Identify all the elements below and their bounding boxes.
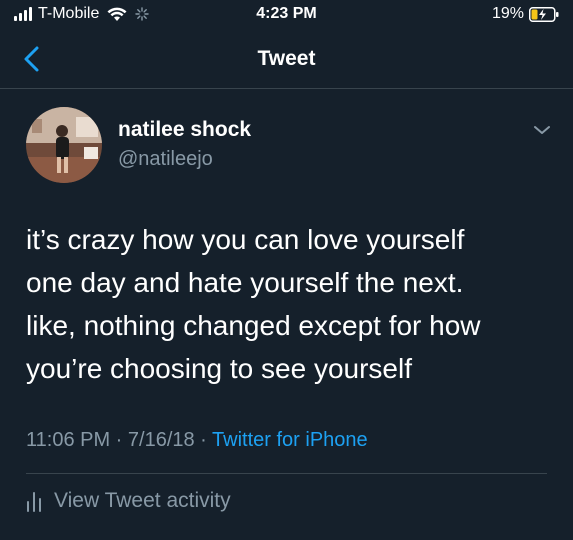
- author-display-name[interactable]: natilee shock: [118, 118, 251, 142]
- status-bar-right: 19%: [492, 5, 559, 23]
- view-tweet-activity-button[interactable]: View Tweet activity: [26, 489, 231, 513]
- tweet-timestamp: 11:06 PM · 7/16/18 ·: [26, 429, 213, 451]
- bar-chart-icon: [27, 492, 41, 512]
- battery-charging-icon: [529, 6, 559, 22]
- view-tweet-activity-label: View Tweet activity: [54, 489, 231, 512]
- page-title: Tweet: [257, 47, 316, 70]
- status-bar: T-Mobile 4:23 PM 19%: [0, 0, 573, 34]
- avatar[interactable]: [26, 107, 102, 183]
- status-time: 4:23 PM: [256, 5, 317, 22]
- tweet-source-link[interactable]: Twitter for iPhone: [212, 429, 368, 451]
- tweet-text-line: you’re choosing to see yourself: [26, 353, 412, 384]
- tweet-meta: 11:06 PM · 7/16/18 · Twitter for iPhone: [26, 429, 368, 452]
- chevron-down-icon[interactable]: [530, 120, 554, 140]
- tweet-text-line: like, nothing changed except for how: [26, 310, 481, 341]
- battery-percentage: 19%: [491, 5, 524, 22]
- avatar-image: [26, 107, 102, 183]
- tweet-text-line: one day and hate yourself the next.: [26, 267, 464, 298]
- author-handle[interactable]: @natileejo: [118, 148, 213, 171]
- divider: [26, 473, 547, 474]
- tweet-text: it’s crazy how you can love yourself one…: [26, 218, 556, 390]
- tweet-text-line: it’s crazy how you can love yourself: [26, 224, 465, 255]
- nav-bar: Tweet: [0, 34, 573, 89]
